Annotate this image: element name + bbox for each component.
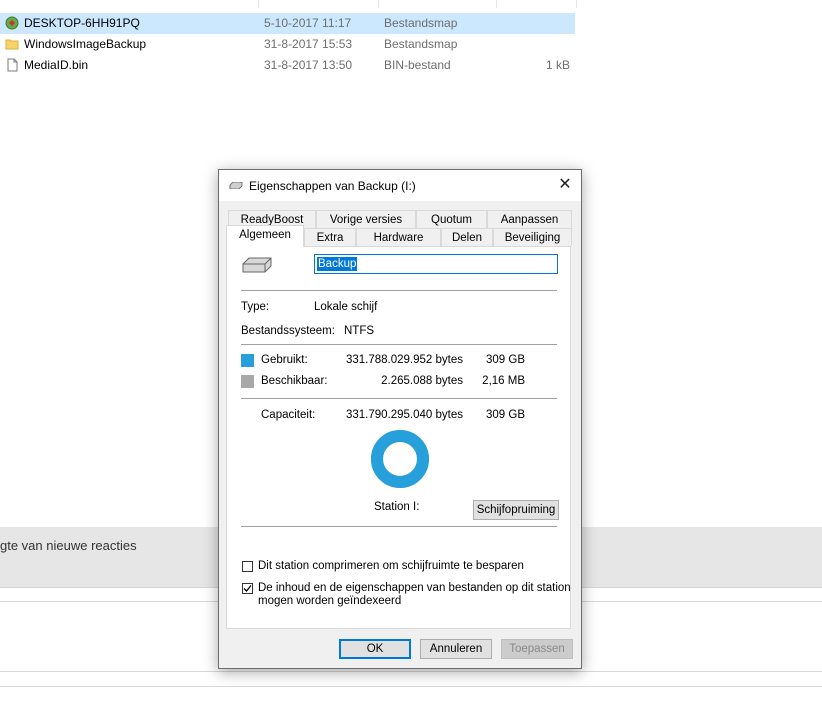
compress-checkbox[interactable] bbox=[242, 561, 253, 572]
divider bbox=[0, 671, 822, 672]
file-row-windowsimagebackup[interactable]: WindowsImageBackup 31-8-2017 15:53 Besta… bbox=[0, 34, 575, 55]
tab-vorige-versies[interactable]: Vorige versies bbox=[316, 210, 416, 228]
divider bbox=[0, 686, 822, 687]
disk-cleanup-button[interactable]: Schijfopruiming bbox=[473, 500, 559, 520]
dialog-titlebar[interactable]: Eigenschappen van Backup (I:) ✕ bbox=[219, 170, 581, 201]
used-size: 309 GB bbox=[486, 354, 525, 366]
drive-icon bbox=[229, 182, 243, 189]
tab-quotum[interactable]: Quotum bbox=[416, 210, 487, 228]
file-date: 5-10-2017 11:17 bbox=[264, 16, 352, 30]
column-header-type[interactable] bbox=[378, 0, 497, 8]
used-label: Gebruikt: bbox=[261, 354, 308, 366]
general-tab-panel: Backup Type: Lokale schijf Bestandssyste… bbox=[226, 246, 571, 629]
check-icon bbox=[243, 585, 252, 592]
drive-icon bbox=[242, 257, 272, 273]
file-name: DESKTOP-6HH91PQ bbox=[24, 16, 140, 30]
free-bytes: 2.265.088 bytes bbox=[381, 375, 463, 387]
index-label-line2: mogen worden geïndexeerd bbox=[258, 595, 402, 607]
dialog-title: Eigenschappen van Backup (I:) bbox=[249, 179, 416, 193]
index-label-line1: De inhoud en de eigenschappen van bestan… bbox=[258, 582, 571, 594]
column-header-size[interactable] bbox=[496, 0, 577, 8]
compress-label: Dit station comprimeren om schijfruimte … bbox=[258, 560, 524, 572]
file-date: 31-8-2017 15:53 bbox=[264, 37, 353, 51]
drive-name-input[interactable]: Backup bbox=[314, 254, 558, 274]
file-type: Bestandsmap bbox=[384, 16, 458, 30]
tab-algemeen[interactable]: Algemeen bbox=[226, 225, 304, 247]
filesystem-label: Bestandssysteem: bbox=[241, 325, 335, 337]
free-label: Beschikbaar: bbox=[261, 375, 328, 387]
station-label: Station I: bbox=[374, 501, 420, 513]
used-bytes: 331.788.029.952 bytes bbox=[345, 354, 463, 366]
file-date: 31-8-2017 13:50 bbox=[264, 58, 353, 72]
file-row-mediaid[interactable]: MediaID.bin 31-8-2017 13:50 BIN-bestand … bbox=[0, 55, 575, 76]
free-space-swatch bbox=[241, 375, 254, 388]
backup-folder-icon bbox=[5, 16, 19, 30]
file-name: MediaID.bin bbox=[24, 58, 89, 72]
close-icon[interactable]: ✕ bbox=[549, 170, 581, 200]
type-value: Lokale schijf bbox=[314, 301, 378, 313]
tab-delen[interactable]: Delen bbox=[441, 228, 493, 246]
index-checkbox[interactable] bbox=[242, 583, 253, 594]
divider bbox=[241, 344, 557, 345]
file-name: WindowsImageBackup bbox=[24, 37, 147, 51]
capacity-bytes: 331.790.295.040 bytes bbox=[345, 409, 463, 421]
free-size: 2,16 MB bbox=[482, 375, 525, 387]
capacity-label: Capaciteit: bbox=[261, 409, 316, 421]
drive-name-value: Backup bbox=[317, 257, 358, 271]
donut-used-arc bbox=[371, 430, 429, 488]
disk-usage-donut bbox=[371, 430, 429, 488]
file-row-desktop[interactable]: DESKTOP-6HH91PQ 5-10-2017 11:17 Bestands… bbox=[0, 13, 575, 34]
file-size: 1 kB bbox=[545, 58, 570, 72]
tab-extra[interactable]: Extra bbox=[304, 228, 356, 246]
properties-dialog: Eigenschappen van Backup (I:) ✕ ReadyBoo… bbox=[218, 169, 582, 669]
file-icon bbox=[7, 58, 18, 72]
tab-hardware[interactable]: Hardware bbox=[356, 228, 441, 246]
folder-icon bbox=[5, 39, 19, 50]
tab-beveiliging[interactable]: Beveiliging bbox=[493, 228, 572, 246]
column-header-name[interactable] bbox=[0, 0, 259, 8]
apply-button[interactable]: Toepassen bbox=[501, 639, 573, 659]
background-band-text: gte van nieuwe reacties bbox=[0, 538, 137, 553]
file-type: BIN-bestand bbox=[384, 58, 451, 72]
column-header-date[interactable] bbox=[258, 0, 379, 8]
capacity-size: 309 GB bbox=[486, 409, 525, 421]
divider bbox=[241, 526, 557, 527]
tab-aanpassen[interactable]: Aanpassen bbox=[487, 210, 572, 228]
type-label: Type: bbox=[241, 301, 270, 313]
cancel-button[interactable]: Annuleren bbox=[420, 639, 492, 659]
divider bbox=[241, 290, 557, 291]
used-space-swatch bbox=[241, 354, 254, 367]
divider bbox=[241, 398, 557, 399]
ok-button[interactable]: OK bbox=[339, 639, 411, 659]
file-type: Bestandsmap bbox=[384, 37, 458, 51]
filesystem-value: NTFS bbox=[344, 325, 375, 337]
